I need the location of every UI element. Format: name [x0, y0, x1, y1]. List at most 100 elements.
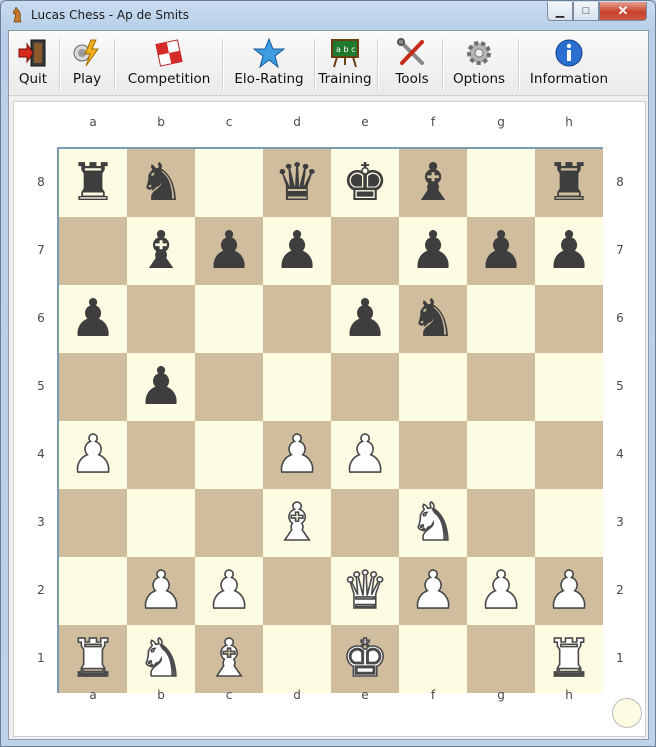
black-knight-icon[interactable]: ♞: [410, 293, 457, 345]
square-f8[interactable]: ♝: [399, 149, 467, 217]
square-a2[interactable]: [59, 557, 127, 625]
training-button[interactable]: a b c Training: [318, 31, 372, 95]
square-e8[interactable]: ♚: [331, 149, 399, 217]
white-knight-icon[interactable]: ♞: [137, 632, 185, 686]
square-a6[interactable]: ♟: [59, 285, 127, 353]
square-d7[interactable]: ♟: [263, 217, 331, 285]
white-bishop-icon[interactable]: ♝: [273, 496, 321, 550]
square-g1[interactable]: [467, 625, 535, 693]
white-pawn-icon[interactable]: ♟: [341, 428, 389, 482]
square-a1[interactable]: ♜: [59, 625, 127, 693]
square-f5[interactable]: [399, 353, 467, 421]
square-b6[interactable]: [127, 285, 195, 353]
white-pawn-icon[interactable]: ♟: [273, 428, 321, 482]
quit-button[interactable]: Quit: [15, 31, 51, 95]
black-pawn-icon[interactable]: ♟: [206, 225, 253, 277]
black-pawn-icon[interactable]: ♟: [410, 225, 457, 277]
square-e3[interactable]: [331, 489, 399, 557]
square-e4[interactable]: ♟: [331, 421, 399, 489]
square-f6[interactable]: ♞: [399, 285, 467, 353]
square-b4[interactable]: [127, 421, 195, 489]
elo-rating-button[interactable]: Elo-Rating: [228, 31, 310, 95]
white-pawn-icon[interactable]: ♟: [545, 564, 593, 618]
square-h2[interactable]: ♟: [535, 557, 603, 625]
black-bishop-icon[interactable]: ♝: [410, 157, 457, 209]
square-b8[interactable]: ♞: [127, 149, 195, 217]
square-d2[interactable]: [263, 557, 331, 625]
square-e2[interactable]: ♛: [331, 557, 399, 625]
square-h3[interactable]: [535, 489, 603, 557]
black-pawn-icon[interactable]: ♟: [478, 225, 525, 277]
square-a3[interactable]: [59, 489, 127, 557]
square-a8[interactable]: ♜: [59, 149, 127, 217]
black-pawn-icon[interactable]: ♟: [342, 293, 389, 345]
square-g6[interactable]: [467, 285, 535, 353]
black-rook-icon[interactable]: ♜: [546, 157, 593, 209]
tools-button[interactable]: Tools: [385, 31, 439, 95]
square-f2[interactable]: ♟: [399, 557, 467, 625]
play-button[interactable]: Play: [67, 31, 107, 95]
white-pawn-icon[interactable]: ♟: [205, 564, 253, 618]
options-button[interactable]: Options: [449, 31, 509, 95]
white-pawn-icon[interactable]: ♟: [477, 564, 525, 618]
square-e6[interactable]: ♟: [331, 285, 399, 353]
square-e1[interactable]: ♚: [331, 625, 399, 693]
black-rook-icon[interactable]: ♜: [70, 157, 117, 209]
maximize-button[interactable]: □: [573, 2, 599, 21]
black-pawn-icon[interactable]: ♟: [70, 293, 117, 345]
white-rook-icon[interactable]: ♜: [545, 632, 593, 686]
square-d5[interactable]: [263, 353, 331, 421]
square-h6[interactable]: [535, 285, 603, 353]
square-d1[interactable]: [263, 625, 331, 693]
square-d6[interactable]: [263, 285, 331, 353]
minimize-button[interactable]: ▁: [547, 2, 573, 21]
information-button[interactable]: Information: [526, 31, 612, 95]
square-e5[interactable]: [331, 353, 399, 421]
black-pawn-icon[interactable]: ♟: [274, 225, 321, 277]
square-c7[interactable]: ♟: [195, 217, 263, 285]
black-pawn-icon[interactable]: ♟: [546, 225, 593, 277]
close-button[interactable]: ✕: [599, 2, 647, 21]
white-rook-icon[interactable]: ♜: [69, 632, 117, 686]
square-b5[interactable]: ♟: [127, 353, 195, 421]
square-d3[interactable]: ♝: [263, 489, 331, 557]
black-pawn-icon[interactable]: ♟: [138, 361, 185, 413]
square-a5[interactable]: [59, 353, 127, 421]
competition-button[interactable]: Competition: [122, 31, 216, 95]
white-pawn-icon[interactable]: ♟: [409, 564, 457, 618]
square-b1[interactable]: ♞: [127, 625, 195, 693]
square-d4[interactable]: ♟: [263, 421, 331, 489]
square-h8[interactable]: ♜: [535, 149, 603, 217]
square-b2[interactable]: ♟: [127, 557, 195, 625]
square-c1[interactable]: ♝: [195, 625, 263, 693]
square-b7[interactable]: ♝: [127, 217, 195, 285]
square-c8[interactable]: [195, 149, 263, 217]
square-f7[interactable]: ♟: [399, 217, 467, 285]
square-b3[interactable]: [127, 489, 195, 557]
white-king-icon[interactable]: ♚: [341, 632, 389, 686]
square-c3[interactable]: [195, 489, 263, 557]
square-g3[interactable]: [467, 489, 535, 557]
title-bar[interactable]: Lucas Chess - Ap de Smits ▁ □ ✕: [1, 1, 655, 29]
square-f1[interactable]: [399, 625, 467, 693]
square-c5[interactable]: [195, 353, 263, 421]
square-h7[interactable]: ♟: [535, 217, 603, 285]
white-bishop-icon[interactable]: ♝: [205, 632, 253, 686]
square-g5[interactable]: [467, 353, 535, 421]
square-g2[interactable]: ♟: [467, 557, 535, 625]
square-a7[interactable]: [59, 217, 127, 285]
square-g8[interactable]: [467, 149, 535, 217]
square-g4[interactable]: [467, 421, 535, 489]
black-queen-icon[interactable]: ♛: [274, 157, 321, 209]
square-c2[interactable]: ♟: [195, 557, 263, 625]
square-a4[interactable]: ♟: [59, 421, 127, 489]
white-queen-icon[interactable]: ♛: [341, 564, 389, 618]
chess-board[interactable]: ♜ ♞ ♛ ♚ ♝ ♜ ♝ ♟ ♟ ♟ ♟ ♟ ♟ ♟ ♞ ♟ ♟ ♟ ♟ ♝ ♞ ♟ ♟ ♛ ♟ ♟ ♟ ♜ ♞ ♝ ♚ ♜: [57, 147, 603, 693]
white-knight-icon[interactable]: ♞: [409, 496, 457, 550]
square-g7[interactable]: ♟: [467, 217, 535, 285]
square-c4[interactable]: [195, 421, 263, 489]
square-h4[interactable]: [535, 421, 603, 489]
black-bishop-icon[interactable]: ♝: [138, 225, 185, 277]
square-f4[interactable]: [399, 421, 467, 489]
square-c6[interactable]: [195, 285, 263, 353]
